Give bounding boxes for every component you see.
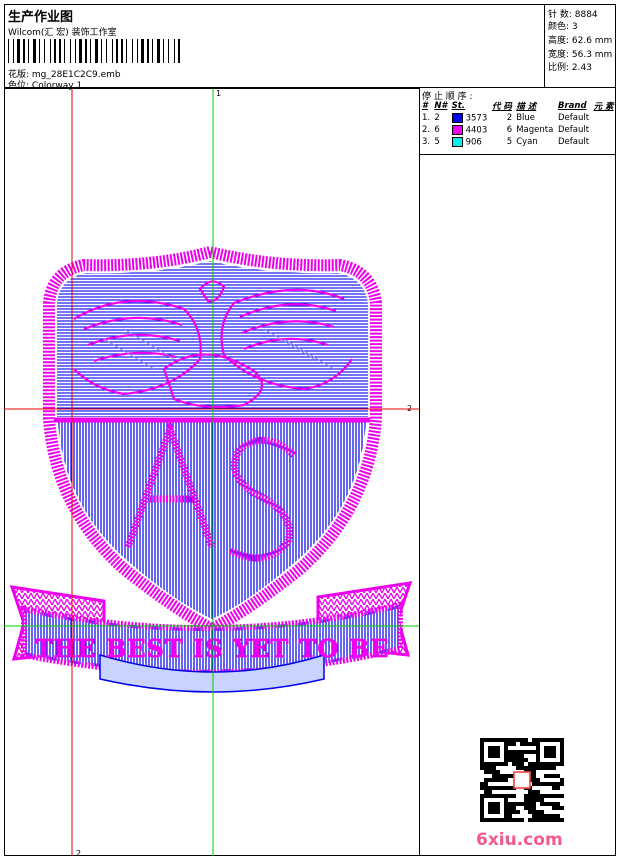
design-height: 高度: 62.6 mm — [548, 36, 613, 46]
color-swatch — [451, 112, 463, 123]
embroidery-preview: THE BEST IS YET TO BE 1 2 2 — [4, 89, 419, 856]
row-description: Blue — [516, 113, 536, 123]
row-brand: Default — [557, 125, 590, 135]
color-swatch — [451, 124, 463, 135]
row-needle: 6 — [434, 125, 440, 135]
row-needle: 2 — [434, 113, 440, 123]
shield-lower-fill — [58, 422, 366, 619]
row-brand: Default — [557, 113, 590, 123]
page-title: 生产作业图 — [8, 10, 74, 25]
company-name: Wilcom(汇 宏) 装饰工作室 — [8, 28, 117, 38]
banner-text: THE BEST IS YET TO BE — [35, 634, 390, 663]
row-code: 6 — [506, 125, 513, 135]
design-width: 宽度: 56.3 mm — [548, 50, 613, 60]
header-panel: 生产作业图 Wilcom(汇 宏) 装饰工作室 花版: mg_28E1C2C9.… — [4, 4, 545, 91]
row-description: Cyan — [516, 137, 538, 147]
color-swatch — [451, 136, 463, 147]
design-scale: 比例: 2.43 — [548, 63, 592, 73]
table-row: 3. 5 906 5 Cyan Default — [420, 136, 616, 148]
col-stitches: St. — [451, 101, 466, 111]
col-element: 元 素 — [593, 102, 614, 112]
barcode — [8, 39, 184, 63]
row-stitches: 906 — [450, 136, 490, 148]
row-stitches: 3573 — [450, 112, 490, 124]
stop-sequence-panel: 停 止 顺 序 : # N# St. 代 码 描 述 Brand 元 素 1. … — [420, 88, 616, 856]
design-canvas: THE BEST IS YET TO BE 1 2 2 — [4, 88, 420, 856]
col-index: # — [422, 101, 428, 111]
site-watermark: 6xiu.com — [476, 830, 563, 850]
stats-panel: 针 数: 8884 颜色: 3 高度: 62.6 mm 宽度: 56.3 mm … — [545, 4, 616, 88]
row-index: 1. — [422, 113, 431, 123]
row-element — [592, 124, 616, 136]
table-row: 1. 2 3573 2 Blue Default — [420, 112, 616, 124]
row-index: 2. — [422, 125, 431, 135]
guide-label-right: 2 — [407, 404, 412, 413]
qr-code — [480, 738, 564, 822]
guide-label-bottom: 2 — [76, 849, 81, 856]
guide-label-top: 1 — [216, 89, 221, 98]
col-brand: Brand — [557, 101, 587, 111]
row-description: Magenta — [516, 125, 554, 135]
row-stitches: 4403 — [450, 124, 490, 136]
row-needle: 5 — [434, 137, 440, 147]
row-element — [592, 112, 616, 124]
color-count: 颜色: 3 — [548, 22, 578, 32]
row-brand: Default — [557, 137, 590, 147]
row-element — [592, 136, 616, 148]
table-row: 2. 6 4403 6 Magenta Default — [420, 124, 616, 136]
row-index: 3. — [422, 137, 431, 147]
panel-divider — [420, 154, 616, 155]
col-needle: N# — [434, 101, 448, 111]
col-description: 描 述 — [516, 102, 537, 112]
table-header-row: # N# St. 代 码 描 述 Brand 元 素 — [420, 100, 616, 112]
row-code: 2 — [506, 113, 513, 123]
stop-sequence-table: # N# St. 代 码 描 述 Brand 元 素 1. 2 3573 2 B… — [420, 100, 616, 148]
col-code: 代 码 — [491, 102, 512, 112]
row-code: 5 — [506, 137, 513, 147]
